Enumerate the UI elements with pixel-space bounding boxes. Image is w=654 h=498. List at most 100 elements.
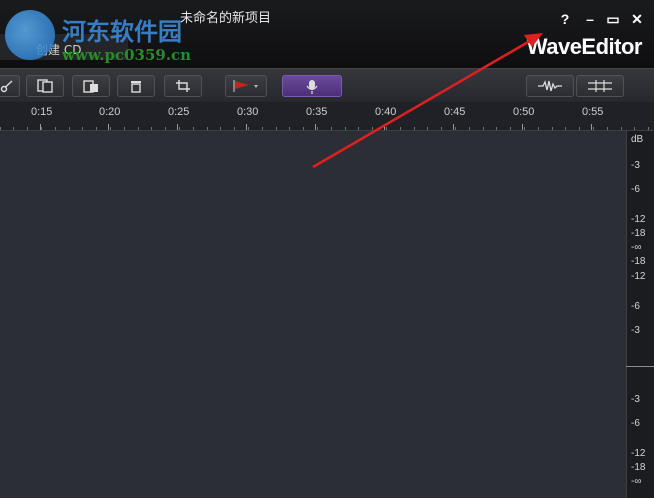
close-button[interactable]: ✕ — [628, 10, 646, 28]
minor-tick — [372, 127, 373, 130]
paste-button[interactable] — [72, 75, 110, 97]
minor-tick — [579, 127, 580, 130]
tick-label: 0:55 — [582, 106, 604, 118]
minor-tick — [27, 127, 28, 130]
minor-tick — [634, 127, 635, 130]
tick-label: 0:25 — [168, 106, 190, 118]
minor-tick — [358, 127, 359, 130]
minor-tick — [345, 127, 346, 130]
major-tick — [522, 124, 523, 130]
db-label: -18 — [631, 256, 646, 267]
minor-tick — [289, 127, 290, 130]
minor-tick — [165, 127, 166, 130]
minor-tick — [207, 127, 208, 130]
minor-tick — [55, 127, 56, 130]
minor-tick — [414, 127, 415, 130]
level-meter: dB -3 -6 -12 -18 -∞ -18 -12 -6 -3 -3 -6 … — [626, 131, 654, 498]
waveform-view-button[interactable] — [526, 75, 574, 97]
watermark-url: www.pc0359.cn — [62, 46, 192, 64]
minor-tick — [317, 127, 318, 130]
minor-tick — [510, 127, 511, 130]
minor-tick — [538, 127, 539, 130]
timeline-ruler[interactable]: 0:15 0:20 0:25 0:30 0:35 0:40 0:45 0:50 … — [0, 102, 654, 131]
minor-tick — [262, 127, 263, 130]
minor-tick — [524, 127, 525, 130]
minor-tick — [69, 127, 70, 130]
minor-tick — [138, 127, 139, 130]
tick-label: 0:35 — [306, 106, 328, 118]
minor-tick — [13, 127, 14, 130]
minor-tick — [96, 127, 97, 130]
cut-icon — [0, 80, 13, 93]
spectral-view-button[interactable] — [576, 75, 624, 97]
minor-tick — [427, 127, 428, 130]
minor-tick — [593, 127, 594, 130]
minor-tick — [234, 127, 235, 130]
major-tick — [246, 124, 247, 130]
db-label: -3 — [631, 394, 640, 405]
minor-tick — [621, 127, 622, 130]
delete-button[interactable] — [117, 75, 155, 97]
minor-tick — [193, 127, 194, 130]
brand-logo: WaveEditor — [526, 34, 643, 59]
major-tick — [177, 124, 178, 130]
major-tick — [384, 124, 385, 130]
tick-label: 0:45 — [444, 106, 466, 118]
toolbar — [0, 68, 654, 103]
minor-tick — [552, 127, 553, 130]
marker-dropdown-button[interactable] — [225, 75, 267, 97]
watermark-title: 河东软件园 — [62, 17, 182, 46]
db-label: -18 — [631, 462, 646, 473]
db-label: -6 — [631, 301, 640, 312]
record-button[interactable] — [282, 75, 342, 97]
db-label: -12 — [631, 214, 646, 225]
minor-tick — [455, 127, 456, 130]
paste-icon — [83, 80, 98, 93]
major-tick — [108, 124, 109, 130]
minimize-button[interactable]: – — [581, 10, 599, 28]
minor-tick — [124, 127, 125, 130]
major-tick — [315, 124, 316, 130]
watermark-logo-icon — [5, 10, 55, 60]
copy-icon — [37, 79, 53, 93]
db-label: -3 — [631, 325, 640, 336]
minor-tick — [607, 127, 608, 130]
window-title: 未命名的新项目 — [180, 11, 272, 26]
minor-tick — [469, 127, 470, 130]
crop-button[interactable] — [164, 75, 202, 97]
minor-tick — [483, 127, 484, 130]
minor-tick — [110, 127, 111, 130]
maximize-button[interactable]: ▭ — [604, 10, 622, 28]
major-tick — [453, 124, 454, 130]
minor-tick — [496, 127, 497, 130]
minor-tick — [331, 127, 332, 130]
copy-button[interactable] — [26, 75, 64, 97]
minor-tick — [82, 127, 83, 130]
help-button[interactable]: ? — [556, 10, 574, 28]
major-tick — [591, 124, 592, 130]
db-label: -6 — [631, 418, 640, 429]
cut-button[interactable] — [0, 75, 20, 97]
microphone-icon — [306, 80, 318, 94]
db-label: -18 — [631, 228, 646, 239]
db-label: -6 — [631, 184, 640, 195]
db-label: -3 — [631, 160, 640, 171]
waveform-area[interactable] — [0, 131, 626, 498]
db-label: -∞ — [631, 242, 642, 253]
crop-icon — [176, 80, 190, 92]
minor-tick — [303, 127, 304, 130]
marker-icon — [233, 80, 258, 92]
delete-icon — [131, 81, 141, 93]
minor-tick — [648, 127, 649, 130]
minor-tick — [400, 127, 401, 130]
minor-tick — [0, 127, 1, 130]
db-unit-label: dB — [631, 134, 644, 145]
tick-label: 0:30 — [237, 106, 259, 118]
minor-tick — [441, 127, 442, 130]
minor-tick — [248, 127, 249, 130]
db-label: -12 — [631, 448, 646, 459]
tick-label: 0:15 — [31, 106, 53, 118]
minor-tick — [41, 127, 42, 130]
meter-channel-divider — [626, 366, 654, 367]
minor-tick — [179, 127, 180, 130]
